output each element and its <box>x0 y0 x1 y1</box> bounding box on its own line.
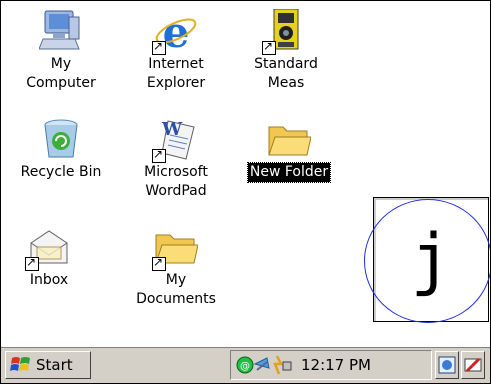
shortcut-arrow-icon <box>152 255 166 271</box>
folder-icon <box>267 117 312 161</box>
standard-meas-icon <box>262 8 308 55</box>
wordpad-icon: W <box>152 117 198 163</box>
my-documents-shortcut[interactable]: My Documents <box>128 225 224 309</box>
standard-meas-label: Standard Meas <box>254 56 318 91</box>
my-computer-shortcut[interactable]: My Computer <box>13 9 109 93</box>
taskbar: Start @ 12:17 PM <box>1 346 490 383</box>
shortcut-arrow-icon <box>25 255 39 271</box>
desktop-icon <box>438 356 456 374</box>
tray-icons[interactable]: @ <box>235 354 295 376</box>
pen-icon <box>464 357 482 373</box>
inbox-shortcut[interactable]: Inbox <box>1 225 97 290</box>
new-folder-shortcut[interactable]: New Folder <box>241 117 337 183</box>
recycle-bin-label: Recycle Bin <box>20 164 102 180</box>
inbox-icon <box>25 225 71 271</box>
my-computer-icon <box>38 9 83 53</box>
highlight-circle <box>364 199 490 323</box>
new-folder-label[interactable]: New Folder <box>246 162 332 183</box>
system-tray: @ 12:17 PM <box>230 350 432 380</box>
wordpad-label: Microsoft WordPad <box>144 164 208 199</box>
windows-flag-icon <box>10 356 32 374</box>
internet-explorer-shortcut[interactable]: e Internet Explorer <box>128 8 224 93</box>
my-computer-label: My Computer <box>26 56 96 91</box>
inbox-label: Inbox <box>29 272 69 288</box>
my-documents-label: My Documents <box>136 272 216 307</box>
shortcut-arrow-icon <box>152 39 166 55</box>
clock[interactable]: 12:17 PM <box>301 356 371 374</box>
svg-text:@: @ <box>240 361 250 372</box>
start-button[interactable]: Start <box>5 351 91 379</box>
svg-text:e: e <box>163 9 190 53</box>
desktop: My Computer e Internet Explorer Standard… <box>0 0 491 384</box>
start-label: Start <box>36 356 73 374</box>
desktop-button[interactable] <box>435 351 459 379</box>
wordpad-shortcut[interactable]: W Microsoft WordPad <box>128 117 224 201</box>
internet-explorer-icon: e <box>152 8 198 57</box>
shortcut-arrow-icon <box>152 147 166 163</box>
input-panel-button[interactable] <box>461 351 485 379</box>
recycle-bin-shortcut[interactable]: Recycle Bin <box>13 117 109 182</box>
standard-meas-shortcut[interactable]: Standard Meas <box>238 8 334 93</box>
svg-text:W: W <box>161 119 183 140</box>
recycle-bin-icon <box>39 117 83 161</box>
my-documents-icon <box>152 225 199 271</box>
internet-explorer-label: Internet Explorer <box>146 56 206 91</box>
shortcut-arrow-icon <box>262 39 276 55</box>
